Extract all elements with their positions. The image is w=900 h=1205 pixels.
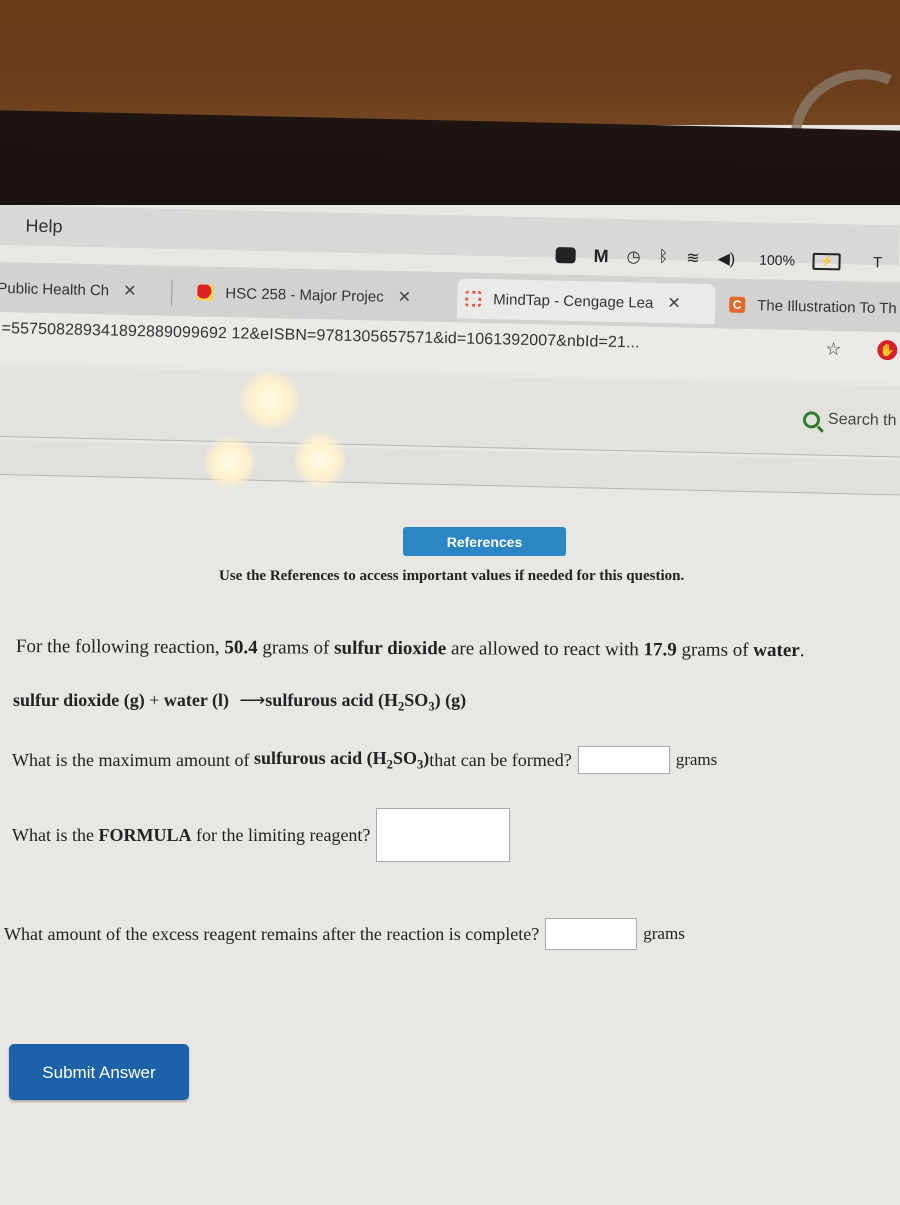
equation-reactant: sulfur dioxide (g) bbox=[13, 690, 145, 710]
question-bold: SO bbox=[392, 747, 417, 768]
question-bold: sulfurous acid (H bbox=[253, 747, 387, 768]
question-text: What amount of the excess reagent remain… bbox=[4, 923, 540, 944]
question-text: What is the maximum amount of bbox=[12, 749, 250, 770]
intro-text: grams of bbox=[257, 637, 335, 659]
reaction-arrow-icon: ⟶ bbox=[239, 690, 266, 710]
question-text: for the limiting reagent? bbox=[195, 824, 371, 845]
equation-product: SO bbox=[404, 690, 429, 710]
reactant-sulfur-dioxide: sulfur dioxide bbox=[334, 637, 447, 660]
max-amount-input[interactable] bbox=[577, 746, 670, 774]
unit-label: grams bbox=[675, 750, 718, 769]
equation-plus: + bbox=[144, 690, 164, 710]
intro-text: are allowed to react with bbox=[446, 638, 644, 661]
excess-reagent-input[interactable] bbox=[545, 918, 638, 950]
question-intro: For the following reaction, 50.4 grams o… bbox=[16, 636, 805, 662]
question-content: References Use the References to access … bbox=[0, 0, 900, 1200]
limiting-reagent-input[interactable] bbox=[376, 808, 511, 862]
references-button[interactable]: References bbox=[403, 527, 566, 556]
reaction-equation: sulfur dioxide (g) + water (l) ⟶sulfurou… bbox=[13, 690, 466, 715]
question-excess-reagent: What amount of the excess reagent remain… bbox=[4, 918, 685, 950]
water-mass: 17.9 bbox=[643, 639, 677, 661]
references-note: Use the References to access important v… bbox=[219, 568, 685, 584]
so2-mass: 50.4 bbox=[224, 637, 258, 659]
intro-text: grams of bbox=[676, 639, 754, 661]
question-text: What is the bbox=[12, 824, 94, 845]
question-limiting-reagent: What is the FORMULA for the limiting rea… bbox=[12, 808, 511, 862]
equation-product: ) (g) bbox=[434, 690, 467, 710]
question-bold: FORMULA bbox=[98, 824, 192, 845]
equation-product: sulfurous acid (H bbox=[265, 690, 398, 710]
intro-text: For the following reaction, bbox=[15, 636, 225, 659]
submit-answer-button[interactable]: Submit Answer bbox=[9, 1044, 189, 1100]
question-text: that can be formed? bbox=[429, 749, 572, 770]
reactant-water: water bbox=[753, 639, 800, 662]
question-max-amount: What is the maximum amount of sulfurous … bbox=[12, 746, 717, 774]
intro-text: . bbox=[799, 640, 805, 662]
equation-reactant: water (l) bbox=[163, 690, 229, 710]
unit-label: grams bbox=[643, 924, 685, 943]
